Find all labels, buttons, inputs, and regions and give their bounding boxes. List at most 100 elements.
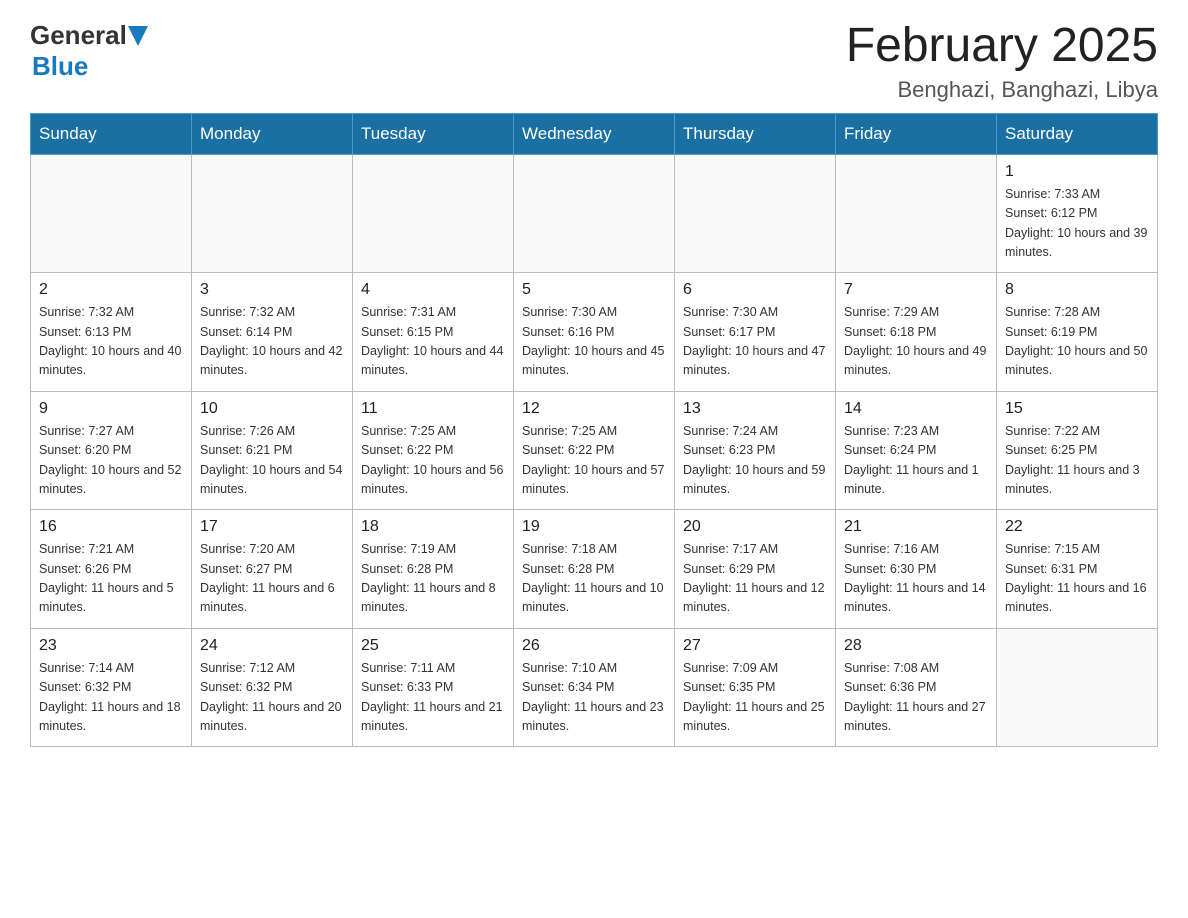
calendar-header-friday: Friday [836, 113, 997, 154]
calendar-cell: 18 Sunrise: 7:19 AMSunset: 6:28 PMDayligh… [353, 510, 514, 629]
calendar-week-row: 9Sunrise: 7:27 AMSunset: 6:20 PMDaylight… [31, 391, 1158, 510]
calendar-cell [353, 154, 514, 273]
day-number: 24 [200, 637, 344, 655]
day-info: Sunrise: 7:16 AMSunset: 6:30 PMDaylight:… [844, 540, 988, 618]
calendar-cell: 8 Sunrise: 7:28 AMSunset: 6:19 PMDaylight… [997, 273, 1158, 392]
day-number: 15 [1005, 400, 1149, 418]
location-subtitle: Benghazi, Banghazi, Libya [846, 77, 1158, 103]
calendar-cell: 23 Sunrise: 7:14 AMSunset: 6:32 PMDayligh… [31, 628, 192, 747]
day-number: 20 [683, 518, 827, 536]
calendar-week-row: 16Sunrise: 7:21 AMSunset: 6:26 PMDayligh… [31, 510, 1158, 629]
day-number: 18 [361, 518, 505, 536]
calendar-cell: 7 Sunrise: 7:29 AMSunset: 6:18 PMDaylight… [836, 273, 997, 392]
day-info: Sunrise: 7:22 AMSunset: 6:25 PMDaylight:… [1005, 422, 1149, 500]
calendar-week-row: 1 Sunrise: 7:33 AMSunset: 6:12 PMDaylight… [31, 154, 1158, 273]
day-info: Sunrise: 7:17 AMSunset: 6:29 PMDaylight:… [683, 540, 827, 618]
calendar-week-row: 23 Sunrise: 7:14 AMSunset: 6:32 PMDayligh… [31, 628, 1158, 747]
calendar-cell [31, 154, 192, 273]
day-info: Sunrise: 7:23 AMSunset: 6:24 PMDaylight:… [844, 422, 988, 500]
day-number: 19 [522, 518, 666, 536]
day-info: Sunrise: 7:25 AMSunset: 6:22 PMDaylight:… [522, 422, 666, 500]
day-info: Sunrise: 7:32 AMSunset: 6:13 PMDaylight:… [39, 303, 183, 381]
calendar-week-row: 2 Sunrise: 7:32 AMSunset: 6:13 PMDaylight… [31, 273, 1158, 392]
day-number: 5 [522, 281, 666, 299]
calendar-cell: 19 Sunrise: 7:18 AMSunset: 6:28 PMDayligh… [514, 510, 675, 629]
day-number: 12 [522, 400, 666, 418]
calendar-cell [675, 154, 836, 273]
day-number: 1 [1005, 163, 1149, 181]
calendar-cell: 2 Sunrise: 7:32 AMSunset: 6:13 PMDaylight… [31, 273, 192, 392]
calendar-cell: 12 Sunrise: 7:25 AMSunset: 6:22 PMDayligh… [514, 391, 675, 510]
calendar-cell: 6 Sunrise: 7:30 AMSunset: 6:17 PMDaylight… [675, 273, 836, 392]
day-info: Sunrise: 7:32 AMSunset: 6:14 PMDaylight:… [200, 303, 344, 381]
calendar-cell: 14 Sunrise: 7:23 AMSunset: 6:24 PMDayligh… [836, 391, 997, 510]
page-header: General Blue February 2025 Benghazi, Ban… [30, 20, 1158, 103]
calendar-cell [514, 154, 675, 273]
calendar-cell: 27Sunrise: 7:09 AMSunset: 6:35 PMDayligh… [675, 628, 836, 747]
day-number: 14 [844, 400, 988, 418]
calendar-cell: 1 Sunrise: 7:33 AMSunset: 6:12 PMDaylight… [997, 154, 1158, 273]
day-number: 22 [1005, 518, 1149, 536]
calendar-cell: 26Sunrise: 7:10 AMSunset: 6:34 PMDayligh… [514, 628, 675, 747]
logo: General Blue [30, 20, 148, 82]
day-number: 8 [1005, 281, 1149, 299]
day-info: Sunrise: 7:31 AMSunset: 6:15 PMDaylight:… [361, 303, 505, 381]
logo-triangle-icon [128, 26, 148, 48]
calendar-header-wednesday: Wednesday [514, 113, 675, 154]
calendar-header-saturday: Saturday [997, 113, 1158, 154]
calendar-cell: 20 Sunrise: 7:17 AMSunset: 6:29 PMDayligh… [675, 510, 836, 629]
day-number: 23 [39, 637, 183, 655]
day-info: Sunrise: 7:29 AMSunset: 6:18 PMDaylight:… [844, 303, 988, 381]
calendar-cell: 21 Sunrise: 7:16 AMSunset: 6:30 PMDayligh… [836, 510, 997, 629]
day-number: 10 [200, 400, 344, 418]
day-info: Sunrise: 7:30 AMSunset: 6:17 PMDaylight:… [683, 303, 827, 381]
day-info: Sunrise: 7:11 AMSunset: 6:33 PMDaylight:… [361, 659, 505, 737]
day-number: 3 [200, 281, 344, 299]
calendar-cell: 3 Sunrise: 7:32 AMSunset: 6:14 PMDaylight… [192, 273, 353, 392]
day-info: Sunrise: 7:14 AMSunset: 6:32 PMDaylight:… [39, 659, 183, 737]
month-title: February 2025 [846, 20, 1158, 73]
title-block: February 2025 Benghazi, Banghazi, Libya [846, 20, 1158, 103]
calendar-table: SundayMondayTuesdayWednesdayThursdayFrid… [30, 113, 1158, 748]
calendar-cell [997, 628, 1158, 747]
day-info: Sunrise: 7:15 AMSunset: 6:31 PMDaylight:… [1005, 540, 1149, 618]
day-number: 6 [683, 281, 827, 299]
calendar-header-row: SundayMondayTuesdayWednesdayThursdayFrid… [31, 113, 1158, 154]
calendar-cell: 25 Sunrise: 7:11 AMSunset: 6:33 PMDayligh… [353, 628, 514, 747]
day-info: Sunrise: 7:28 AMSunset: 6:19 PMDaylight:… [1005, 303, 1149, 381]
calendar-cell: 22 Sunrise: 7:15 AMSunset: 6:31 PMDayligh… [997, 510, 1158, 629]
calendar-cell: 15 Sunrise: 7:22 AMSunset: 6:25 PMDayligh… [997, 391, 1158, 510]
day-number: 13 [683, 400, 827, 418]
day-info: Sunrise: 7:09 AMSunset: 6:35 PMDaylight:… [683, 659, 827, 737]
day-info: Sunrise: 7:12 AMSunset: 6:32 PMDaylight:… [200, 659, 344, 737]
calendar-cell: 4 Sunrise: 7:31 AMSunset: 6:15 PMDaylight… [353, 273, 514, 392]
day-info: Sunrise: 7:08 AMSunset: 6:36 PMDaylight:… [844, 659, 988, 737]
day-info: Sunrise: 7:20 AMSunset: 6:27 PMDaylight:… [200, 540, 344, 618]
day-number: 17 [200, 518, 344, 536]
calendar-header-thursday: Thursday [675, 113, 836, 154]
calendar-cell: 11Sunrise: 7:25 AMSunset: 6:22 PMDayligh… [353, 391, 514, 510]
day-number: 9 [39, 400, 183, 418]
calendar-header-monday: Monday [192, 113, 353, 154]
logo-general-text: General [30, 20, 127, 51]
calendar-cell: 28Sunrise: 7:08 AMSunset: 6:36 PMDayligh… [836, 628, 997, 747]
day-number: 4 [361, 281, 505, 299]
day-number: 2 [39, 281, 183, 299]
day-info: Sunrise: 7:25 AMSunset: 6:22 PMDaylight:… [361, 422, 505, 500]
day-info: Sunrise: 7:26 AMSunset: 6:21 PMDaylight:… [200, 422, 344, 500]
day-info: Sunrise: 7:18 AMSunset: 6:28 PMDaylight:… [522, 540, 666, 618]
calendar-header-sunday: Sunday [31, 113, 192, 154]
day-number: 21 [844, 518, 988, 536]
day-info: Sunrise: 7:19 AMSunset: 6:28 PMDaylight:… [361, 540, 505, 618]
calendar-header-tuesday: Tuesday [353, 113, 514, 154]
calendar-cell [836, 154, 997, 273]
day-number: 25 [361, 637, 505, 655]
day-info: Sunrise: 7:30 AMSunset: 6:16 PMDaylight:… [522, 303, 666, 381]
day-info: Sunrise: 7:33 AMSunset: 6:12 PMDaylight:… [1005, 185, 1149, 263]
calendar-cell: 5 Sunrise: 7:30 AMSunset: 6:16 PMDaylight… [514, 273, 675, 392]
day-info: Sunrise: 7:21 AMSunset: 6:26 PMDaylight:… [39, 540, 183, 618]
calendar-cell: 17 Sunrise: 7:20 AMSunset: 6:27 PMDayligh… [192, 510, 353, 629]
calendar-cell: 16Sunrise: 7:21 AMSunset: 6:26 PMDayligh… [31, 510, 192, 629]
calendar-cell: 24 Sunrise: 7:12 AMSunset: 6:32 PMDayligh… [192, 628, 353, 747]
day-number: 7 [844, 281, 988, 299]
